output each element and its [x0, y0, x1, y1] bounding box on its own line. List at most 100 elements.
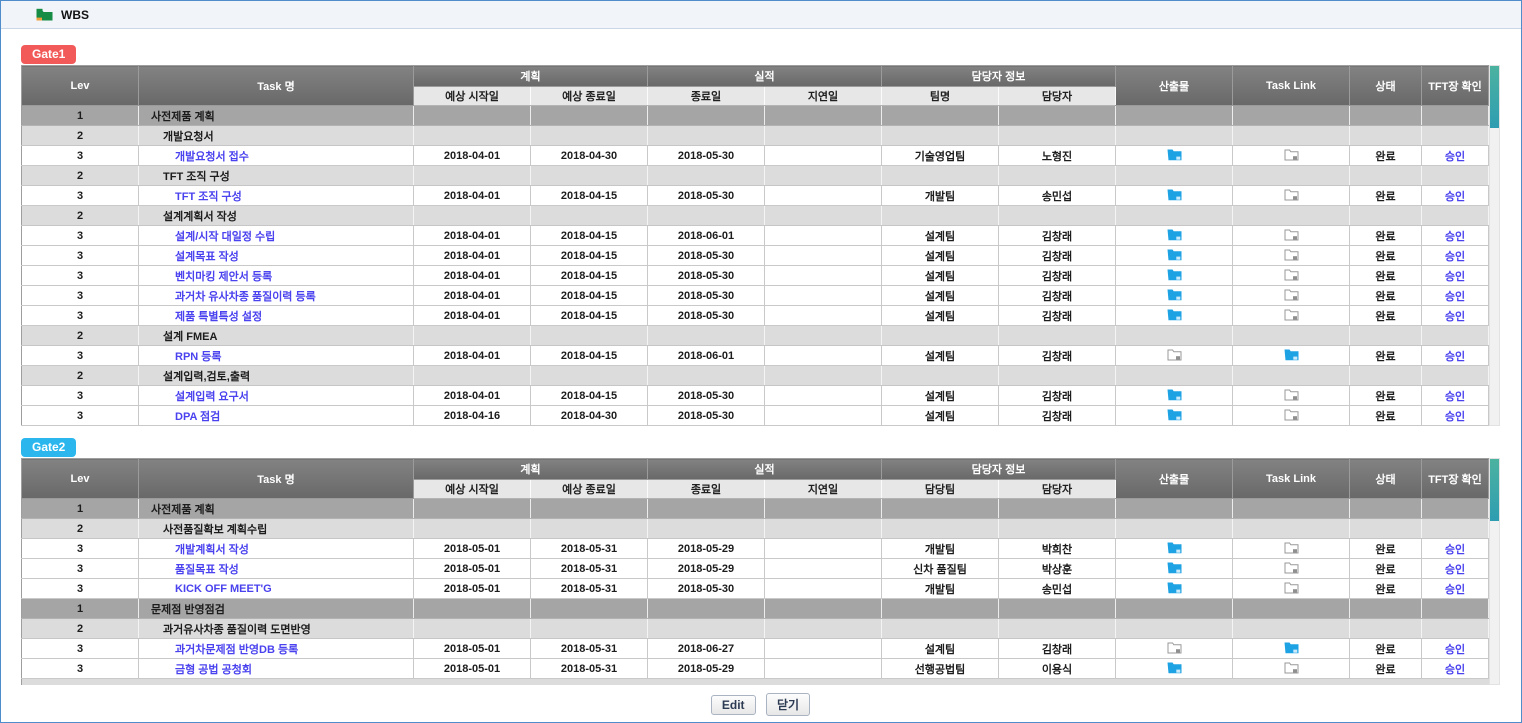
- task-name-link[interactable]: 설계입력 요구서: [175, 391, 249, 403]
- deliverable-folder-icon[interactable]: [1167, 268, 1182, 281]
- tft-confirm-cell: [1422, 106, 1489, 126]
- plan-end-cell: 2018-04-15: [531, 266, 648, 286]
- approve-link[interactable]: 승인: [1445, 644, 1465, 656]
- approve-link[interactable]: 승인: [1445, 411, 1465, 423]
- plan-end-cell: 2018-05-31: [531, 639, 648, 659]
- task-link-folder-icon[interactable]: [1284, 228, 1299, 241]
- approve-link[interactable]: 승인: [1445, 351, 1465, 363]
- task-link-folder-icon[interactable]: [1284, 248, 1299, 261]
- approve-link[interactable]: 승인: [1445, 231, 1465, 243]
- task-name-link[interactable]: 과거차문제점 반영DB 등록: [175, 644, 298, 656]
- team-cell: [882, 206, 999, 226]
- gate2-scrollbar-thumb[interactable]: [1490, 459, 1499, 521]
- task-name-link[interactable]: 품질목표 작성: [175, 564, 239, 576]
- window-title: WBS: [61, 8, 89, 22]
- actual-end-cell: [648, 166, 765, 186]
- deliverable-folder-icon[interactable]: [1167, 288, 1182, 301]
- task-name-link[interactable]: RPN 등록: [175, 351, 222, 363]
- task-link-cell: [1233, 386, 1350, 406]
- approve-link[interactable]: 승인: [1445, 151, 1465, 163]
- task-name-link[interactable]: TFT 조직 구성: [175, 191, 242, 203]
- task-link-folder-icon[interactable]: [1284, 661, 1299, 674]
- table-row: 3과거차 유사차종 품질이력 등록2018-04-012018-04-15201…: [22, 286, 1489, 306]
- gate1-scrollbar-thumb[interactable]: [1490, 66, 1499, 128]
- task-link-cell: [1233, 206, 1350, 226]
- col-actual-group: 실적: [648, 66, 882, 87]
- task-name-link[interactable]: DPA 점검: [175, 411, 220, 423]
- task-name-link[interactable]: 개발계획서 작성: [175, 544, 249, 556]
- tft-confirm-cell: 승인: [1422, 186, 1489, 206]
- task-link-folder-icon[interactable]: [1284, 288, 1299, 301]
- task-name-link[interactable]: 벤치마킹 제안서 등록: [175, 271, 272, 283]
- deliverable-folder-icon[interactable]: [1167, 228, 1182, 241]
- owner-cell: 노형진: [999, 146, 1116, 166]
- deliverable-folder-icon[interactable]: [1167, 148, 1182, 161]
- gate1-scrollbar[interactable]: [1489, 65, 1500, 426]
- close-button[interactable]: 닫기: [766, 693, 810, 716]
- col-delay: 지연일: [765, 87, 882, 106]
- deliverable-folder-icon[interactable]: [1167, 408, 1182, 421]
- deliverable-folder-icon[interactable]: [1167, 248, 1182, 261]
- plan-end-cell: [531, 619, 648, 639]
- task-link-folder-icon[interactable]: [1284, 561, 1299, 574]
- deliverable-folder-icon[interactable]: [1167, 641, 1182, 654]
- task-name-link[interactable]: 설계목표 작성: [175, 251, 239, 263]
- task-link-cell: [1233, 519, 1350, 539]
- task-name-link[interactable]: KICK OFF MEET'G: [175, 583, 272, 595]
- deliverable-folder-icon[interactable]: [1167, 348, 1182, 361]
- task-name-link[interactable]: 설계/시작 대일정 수립: [175, 231, 275, 243]
- team-cell: [882, 366, 999, 386]
- deliverable-folder-icon[interactable]: [1167, 581, 1182, 594]
- table-row: 2TFT 조직 구성: [22, 166, 1489, 186]
- approve-link[interactable]: 승인: [1445, 291, 1465, 303]
- actual-end-cell: [648, 499, 765, 519]
- delay-cell: [765, 286, 882, 306]
- deliverable-folder-icon[interactable]: [1167, 388, 1182, 401]
- owner-cell: [999, 206, 1116, 226]
- deliverable-folder-icon[interactable]: [1167, 541, 1182, 554]
- task-link-folder-icon[interactable]: [1284, 641, 1299, 654]
- lev-cell: 2: [22, 619, 139, 639]
- team-cell: [882, 519, 999, 539]
- plan-start-cell: 2018-04-01: [414, 306, 531, 326]
- approve-link[interactable]: 승인: [1445, 544, 1465, 556]
- task-name-link[interactable]: 금형 공법 공청회: [175, 664, 252, 676]
- approve-link[interactable]: 승인: [1445, 564, 1465, 576]
- delay-cell: [765, 166, 882, 186]
- task-link-folder-icon[interactable]: [1284, 408, 1299, 421]
- deliverable-folder-icon[interactable]: [1167, 661, 1182, 674]
- col-plan-group: 계획: [414, 66, 648, 87]
- task-name-link[interactable]: 과거차 유사차종 품질이력 등록: [175, 291, 316, 303]
- tft-confirm-cell: [1422, 326, 1489, 346]
- edit-button[interactable]: Edit: [711, 695, 756, 715]
- task-name-link[interactable]: 개발요청서 접수: [175, 151, 249, 163]
- task-link-folder-icon[interactable]: [1284, 268, 1299, 281]
- task-link-folder-icon[interactable]: [1284, 148, 1299, 161]
- task-link-folder-icon[interactable]: [1284, 541, 1299, 554]
- task-link-cell: [1233, 599, 1350, 619]
- plan-end-cell: [531, 599, 648, 619]
- plan-end-cell: 2018-04-15: [531, 286, 648, 306]
- deliverable-folder-icon[interactable]: [1167, 188, 1182, 201]
- plan-end-cell: [531, 106, 648, 126]
- approve-link[interactable]: 승인: [1445, 191, 1465, 203]
- deliverable-folder-icon[interactable]: [1167, 308, 1182, 321]
- task-link-folder-icon[interactable]: [1284, 388, 1299, 401]
- status-cell: 완료: [1350, 246, 1422, 266]
- deliverable-folder-icon[interactable]: [1167, 561, 1182, 574]
- approve-link[interactable]: 승인: [1445, 391, 1465, 403]
- approve-link[interactable]: 승인: [1445, 664, 1465, 676]
- task-link-folder-icon[interactable]: [1284, 348, 1299, 361]
- task-link-folder-icon[interactable]: [1284, 188, 1299, 201]
- task-link-folder-icon[interactable]: [1284, 581, 1299, 594]
- approve-link[interactable]: 승인: [1445, 251, 1465, 263]
- col-owner: 담당자: [999, 87, 1116, 106]
- col-task-link: Task Link: [1233, 66, 1350, 106]
- approve-link[interactable]: 승인: [1445, 311, 1465, 323]
- task-link-folder-icon[interactable]: [1284, 308, 1299, 321]
- gate2-scrollbar[interactable]: [1489, 458, 1500, 685]
- approve-link[interactable]: 승인: [1445, 271, 1465, 283]
- status-cell: [1350, 166, 1422, 186]
- approve-link[interactable]: 승인: [1445, 584, 1465, 596]
- task-name-link[interactable]: 제품 특별특성 설정: [175, 311, 262, 323]
